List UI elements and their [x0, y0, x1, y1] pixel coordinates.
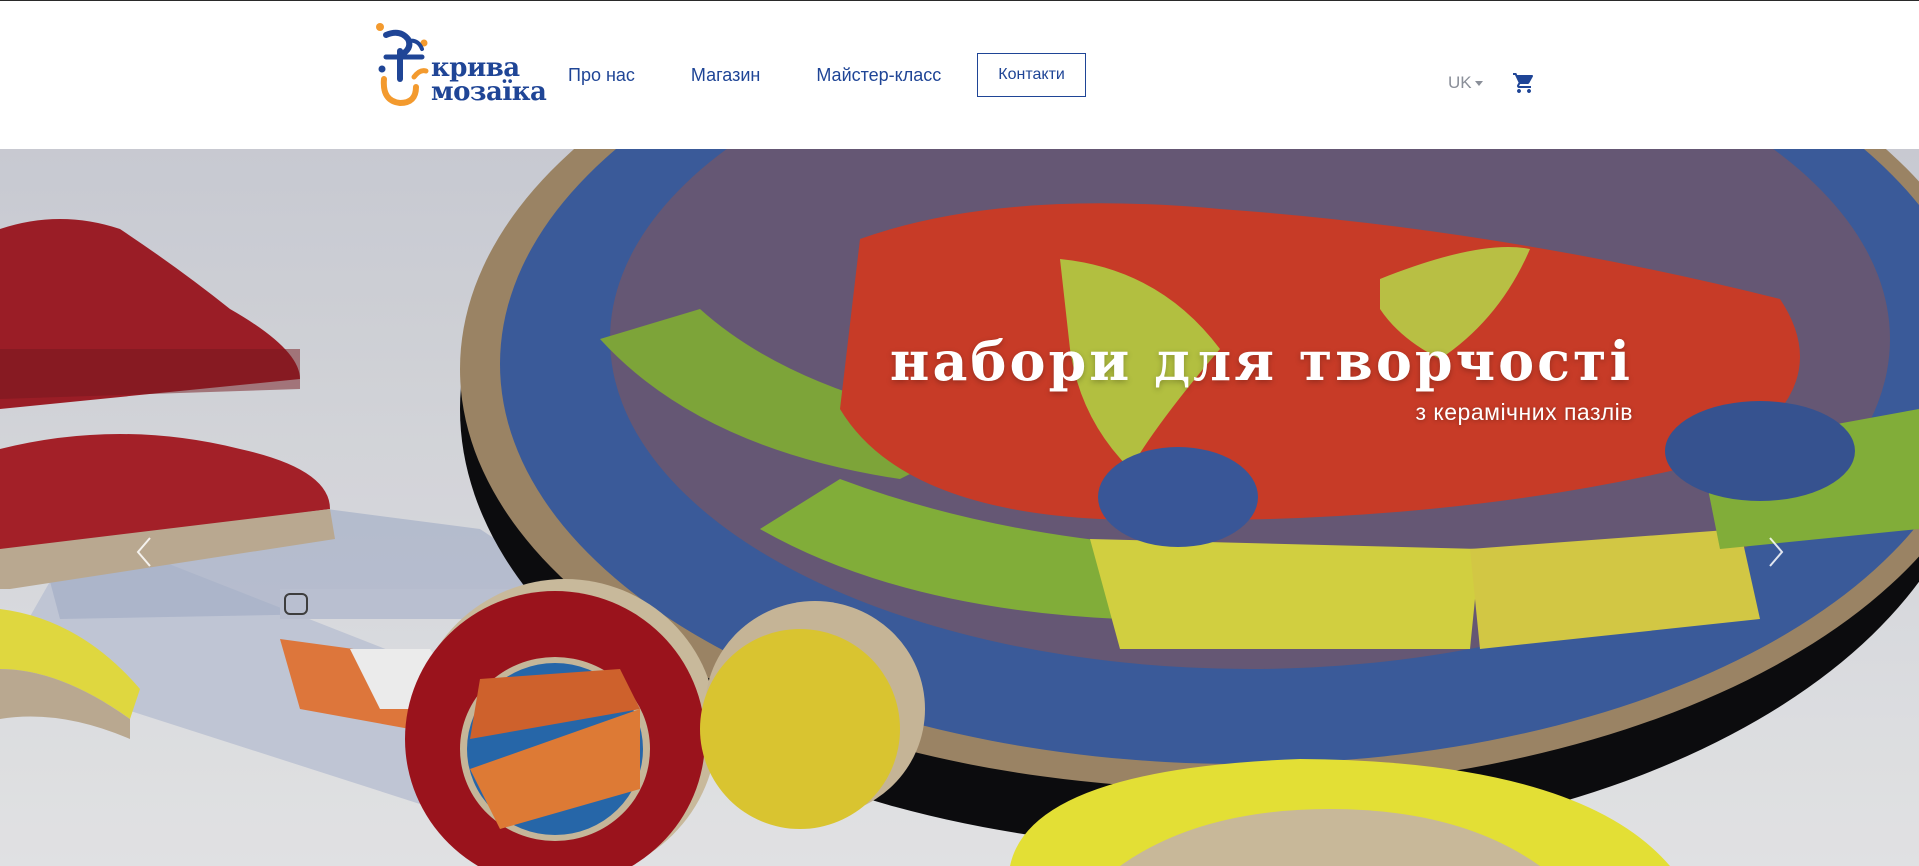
nav-contact-button[interactable]: Контакти [977, 53, 1086, 97]
logo-wordmark: крива мозаїка [431, 55, 547, 107]
hero-caption: набори для творчості з керамічних пазлів [890, 329, 1633, 426]
hero-title: набори для творчості [889, 329, 1633, 393]
hero-slider: набори для творчості з керамічних пазлів [0, 149, 1919, 866]
chevron-right-icon[interactable] [1760, 532, 1790, 572]
nav-item-masterclass[interactable]: Майстер-класс [816, 65, 941, 86]
main-nav: Про нас Магазин Майстер-класс Контакти [568, 51, 1086, 99]
site-logo[interactable]: крива мозаїка [370, 21, 547, 111]
hero-image [0, 149, 1919, 866]
chevron-left-icon[interactable] [130, 532, 160, 572]
caret-down-icon [1474, 81, 1483, 86]
logo-mark-icon [376, 23, 429, 107]
logo-line-2: мозаїка [431, 77, 547, 107]
cart-icon[interactable] [1512, 71, 1536, 95]
nav-item-shop[interactable]: Магазин [691, 65, 760, 86]
nav-item-about[interactable]: Про нас [568, 65, 635, 86]
language-selector[interactable]: UK [1448, 73, 1483, 93]
hero-subtitle: з керамічних пазлів [1415, 399, 1633, 425]
language-current: UK [1448, 73, 1472, 92]
site-header: крива мозаїка Про нас Магазин Майстер-кл… [0, 1, 1919, 149]
